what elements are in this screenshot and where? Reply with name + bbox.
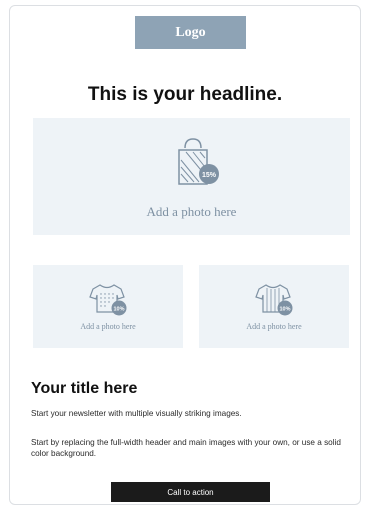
- discount-badge: 15%: [202, 172, 217, 179]
- striped-tshirt-icon: 10%: [255, 284, 293, 316]
- section-title[interactable]: Your title here: [31, 380, 137, 398]
- cta-label: Call to action: [167, 487, 214, 497]
- shopping-bag-icon: 15%: [178, 138, 219, 185]
- right-photo-placeholder[interactable]: 10% Add a photo here: [199, 265, 349, 348]
- tshirt-icon: 10%: [89, 284, 127, 316]
- body-paragraph[interactable]: Start your newsletter with multiple visu…: [31, 408, 346, 419]
- headline[interactable]: This is your headline.: [10, 84, 360, 106]
- photo-caption: Add a photo here: [80, 322, 136, 331]
- logo-placeholder[interactable]: Logo: [135, 16, 246, 49]
- call-to-action-button[interactable]: Call to action: [111, 482, 270, 502]
- photo-caption: Add a photo here: [146, 204, 237, 219]
- main-photo-placeholder[interactable]: 15% Add a photo here: [33, 118, 350, 235]
- photo-caption: Add a photo here: [246, 322, 302, 331]
- discount-badge: 10%: [113, 307, 124, 313]
- logo-label: Logo: [175, 24, 206, 40]
- body-paragraph[interactable]: Start by replacing the full-width header…: [31, 437, 346, 459]
- discount-badge: 10%: [279, 307, 290, 313]
- newsletter-template: Logo This is your headline. 15% Add a ph…: [9, 5, 361, 505]
- left-photo-placeholder[interactable]: 10% Add a photo here: [33, 265, 183, 348]
